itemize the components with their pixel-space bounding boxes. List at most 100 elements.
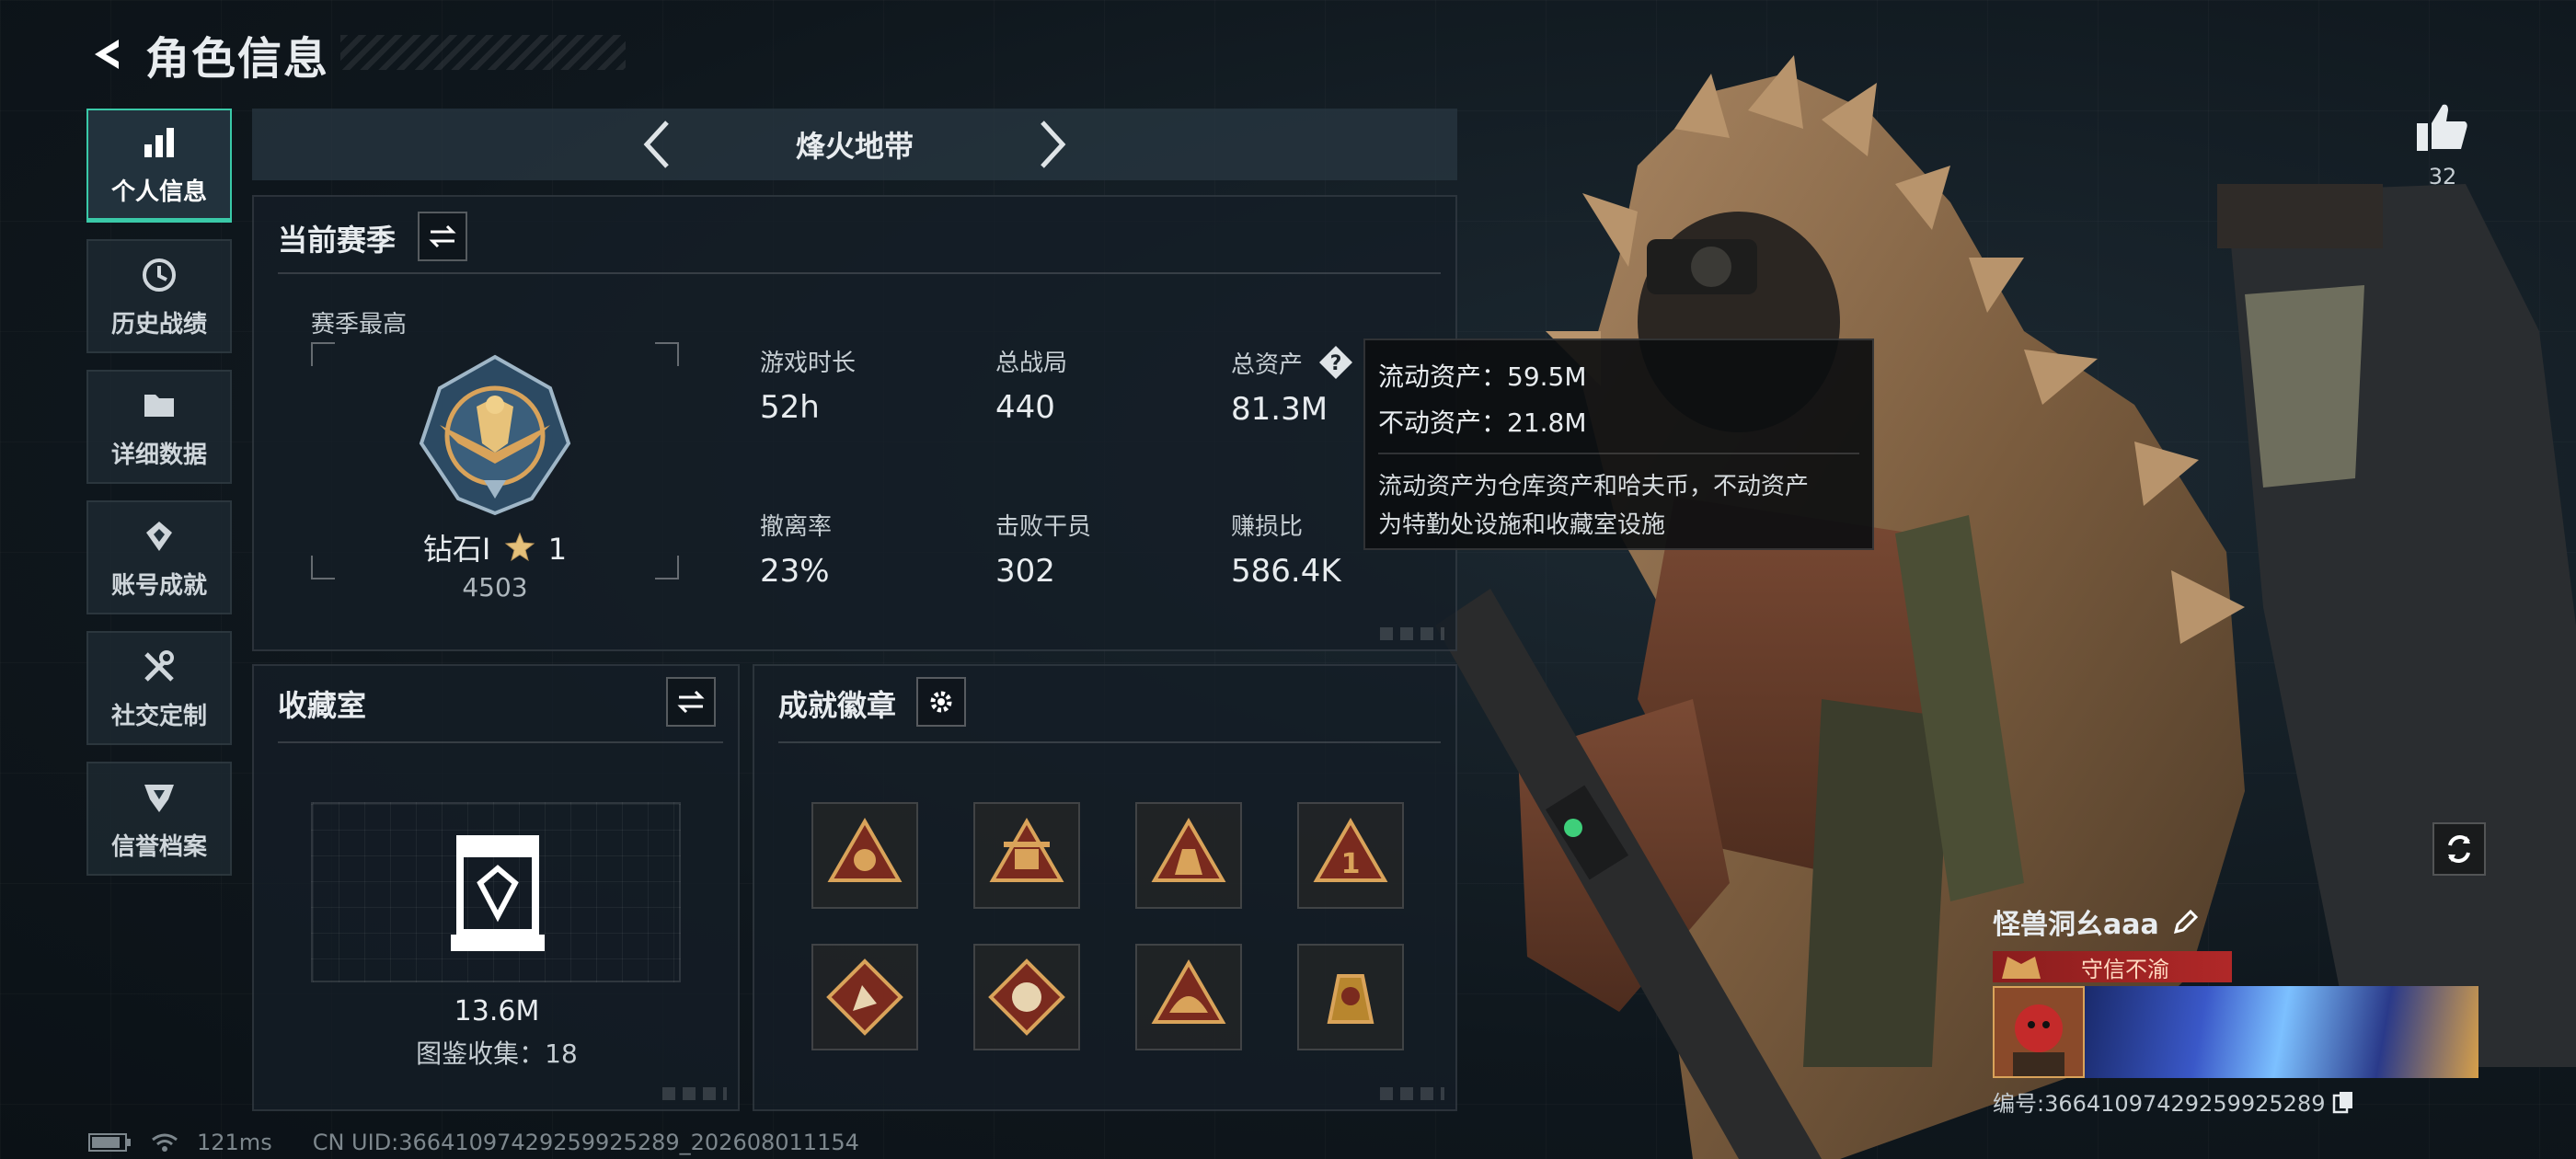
sidebar-item-label: 详细数据	[110, 441, 207, 469]
sidebar-item-history[interactable]: 历史战绩	[86, 239, 232, 353]
stat-label: 总战局	[995, 350, 1068, 377]
badge-8-icon	[1327, 974, 1374, 1024]
thumbs-up-icon	[2417, 104, 2467, 151]
battery-icon	[88, 1133, 131, 1152]
achievements-panel: 成就徽章 1	[753, 664, 1457, 1111]
badge-3-icon	[1151, 818, 1226, 882]
sidebar-item-label: 社交定制	[110, 702, 207, 730]
collection-panel-title: 收藏室	[278, 688, 367, 723]
refresh-button[interactable]	[2432, 822, 2486, 876]
gear-icon	[930, 691, 952, 713]
badge-4-icon: 1	[1313, 818, 1388, 882]
rank-badge-frame: 钻石I 1 4503	[311, 342, 679, 602]
sidebar-item-reputation[interactable]: 信誉档案	[86, 762, 232, 876]
frame-corner	[655, 342, 679, 366]
badge-2-icon	[989, 818, 1064, 882]
stat-label: 游戏时长	[760, 350, 857, 377]
achievement-badge[interactable]: 1	[1297, 802, 1404, 909]
player-title-badge: 守信不渝	[1993, 951, 2232, 982]
like-button[interactable]: 32	[2410, 101, 2475, 189]
frame-corner	[311, 342, 335, 366]
stat-label: 撤离率	[760, 513, 833, 541]
status-bar: 121ms CN UID:36641097429259925289_202608…	[88, 1130, 859, 1155]
badge-1-icon	[827, 818, 903, 882]
display-case-icon	[451, 835, 545, 951]
collection-switch-button[interactable]	[666, 677, 716, 727]
avatar-character-icon	[1995, 988, 2083, 1076]
page-header: 角色信息	[83, 22, 626, 86]
tooltip-description-line: 流动资产为仓库资产和哈夫币，不动资产	[1378, 473, 1810, 500]
achievement-badge[interactable]	[973, 802, 1080, 909]
player-name: 怪兽洞幺aaa	[1993, 909, 2159, 941]
stat-total-matches: 总战局 440	[995, 344, 1067, 426]
svg-text:1: 1	[1341, 848, 1361, 880]
mode-prev-button[interactable]	[629, 118, 684, 171]
stat-total-assets: 总资产 ? 81.3M	[1231, 344, 1354, 428]
achievement-badge[interactable]	[973, 944, 1080, 1050]
copy-icon[interactable]	[2332, 1090, 2354, 1114]
achievement-icon	[138, 515, 180, 557]
stat-value: 23%	[760, 553, 830, 590]
header-decoration	[340, 35, 626, 70]
player-card: 怪兽洞幺aaa 守信不渝 编号:36641097429259925289	[1993, 901, 2484, 1117]
collection-value: 13.6M	[454, 995, 540, 1027]
page-title: 角色信息	[145, 33, 330, 85]
like-count: 32	[2428, 164, 2457, 189]
tooltip-fixed-assets: 不动资产：21.8M	[1378, 407, 1587, 438]
collection-display[interactable]	[311, 802, 681, 982]
sidebar-item-personal-info[interactable]: 个人信息	[86, 109, 232, 223]
divider	[278, 741, 723, 743]
help-icon[interactable]: ?	[1317, 344, 1354, 387]
bar-chart-icon	[138, 121, 180, 164]
divider	[778, 741, 1441, 743]
badge-5-icon	[826, 958, 903, 1036]
sidebar-item-social-custom[interactable]: 社交定制	[86, 631, 232, 745]
collection-count: 图鉴收集：18	[416, 1039, 578, 1069]
stat-extraction-rate: 撤离率 23%	[760, 508, 832, 590]
stat-kills: 击败干员 302	[995, 508, 1091, 590]
tools-icon	[138, 646, 180, 688]
player-banner	[1993, 986, 2484, 1078]
shield-icon	[138, 776, 180, 819]
title-emblem-icon	[2002, 957, 2041, 979]
sidebar-item-detailed-data[interactable]: 详细数据	[86, 370, 232, 484]
tooltip-liquid-assets: 流动资产：59.5M	[1378, 361, 1587, 392]
achievements-settings-button[interactable]	[916, 677, 966, 727]
stat-label-text: 总资产	[1231, 351, 1304, 379]
mode-next-button[interactable]	[1025, 118, 1080, 171]
player-id: 编号:36641097429259925289	[1993, 1091, 2326, 1117]
stat-value: 586.4K	[1231, 553, 1341, 590]
player-id-row: 编号:36641097429259925289	[1993, 1085, 2484, 1118]
rank-score: 4503	[462, 572, 528, 602]
player-title-text: 守信不渝	[2081, 956, 2169, 982]
refresh-icon	[2448, 835, 2470, 863]
achievement-badge[interactable]	[811, 944, 918, 1050]
achievement-badge[interactable]	[811, 802, 918, 909]
sidebar-item-achievements[interactable]: 账号成就	[86, 500, 232, 614]
rank-name: 钻石I	[422, 532, 491, 567]
edit-icon[interactable]	[2172, 908, 2200, 935]
sidebar-item-label: 信誉档案	[110, 832, 207, 861]
sidebar-item-label: 历史战绩	[110, 310, 207, 339]
collection-panel: 收藏室 13.6M 图鉴收集：18	[252, 664, 740, 1111]
stat-play-time: 游戏时长 52h	[760, 344, 856, 426]
svg-text:?: ?	[1330, 352, 1342, 375]
stat-label: 总资产 ?	[1231, 344, 1354, 387]
achievement-badge[interactable]	[1135, 802, 1242, 909]
achievements-panel-title: 成就徽章	[778, 688, 897, 723]
divider	[278, 272, 1441, 274]
back-arrow-icon	[95, 40, 119, 69]
avatar[interactable]	[1993, 986, 2085, 1078]
achievement-badge[interactable]	[1135, 944, 1242, 1050]
badge-7-icon	[1151, 959, 1226, 1024]
back-button[interactable]	[83, 29, 132, 79]
divider	[1378, 453, 1859, 454]
mode-selector: 烽火地带	[252, 109, 1457, 180]
season-best-label: 赛季最高	[311, 311, 408, 339]
corner-decoration	[1380, 627, 1444, 640]
achievement-badge[interactable]	[1297, 944, 1404, 1050]
folder-icon	[138, 384, 180, 427]
season-switch-button[interactable]	[418, 212, 467, 261]
season-panel: 当前赛季 赛季最高 钻石I 1 4503 游戏时长 52h 总战局 440 总资…	[252, 195, 1457, 651]
sidebar-nav: 个人信息 历史战绩 详细数据 账号成就 社交定制 信誉档案	[86, 109, 232, 892]
